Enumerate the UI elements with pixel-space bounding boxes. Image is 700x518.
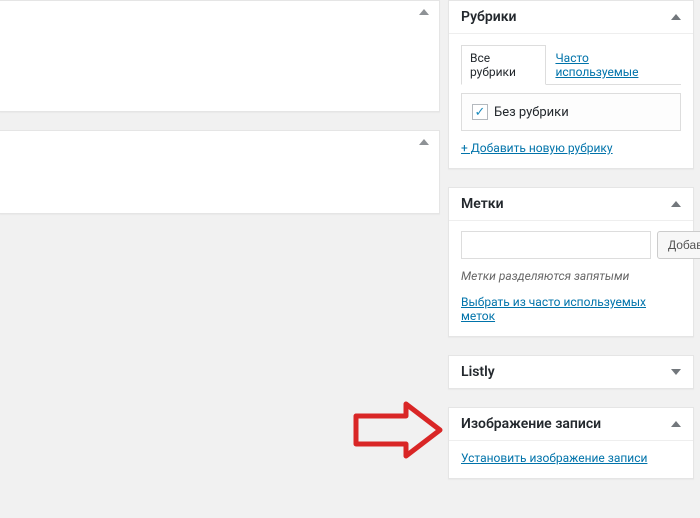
add-category-link[interactable]: + Добавить новую рубрику: [461, 141, 613, 155]
tags-input[interactable]: [461, 231, 651, 259]
tags-panel: Метки Добавить Метки разделяются запятым…: [448, 187, 694, 337]
categories-panel: Рубрики Все рубрики Часто используемые ✓…: [448, 0, 694, 169]
listly-panel-header[interactable]: Listly: [449, 356, 693, 388]
categories-list: ✓ Без рубрики: [461, 93, 681, 131]
chevron-up-icon: [671, 14, 681, 20]
featured-image-panel: Изображение записи Установить изображени…: [448, 407, 694, 479]
main-panel-top: [0, 0, 440, 112]
collapse-icon[interactable]: [419, 9, 429, 15]
tags-panel-header[interactable]: Метки: [449, 188, 693, 221]
listly-panel: Listly: [448, 355, 694, 389]
category-label: Без рубрики: [494, 105, 569, 120]
add-tag-button[interactable]: Добавить: [657, 231, 700, 259]
tags-hint: Метки разделяются запятыми: [461, 269, 681, 283]
chevron-up-icon: [671, 201, 681, 207]
tab-popular-categories[interactable]: Часто используемые: [546, 45, 681, 85]
categories-title: Рубрики: [461, 9, 516, 25]
listly-title: Listly: [461, 364, 495, 380]
categories-panel-header[interactable]: Рубрики: [449, 1, 693, 34]
chevron-down-icon: [671, 369, 681, 375]
featured-image-panel-header[interactable]: Изображение записи: [449, 408, 693, 441]
tab-all-categories[interactable]: Все рубрики: [461, 45, 546, 85]
featured-image-title: Изображение записи: [461, 416, 601, 432]
category-uncategorized[interactable]: ✓ Без рубрики: [472, 104, 670, 120]
collapse-icon[interactable]: [419, 139, 429, 145]
annotation-arrow-icon: [352, 400, 444, 460]
categories-tabs: Все рубрики Часто используемые: [461, 44, 681, 85]
popular-tags-link[interactable]: Выбрать из часто используемых меток: [461, 295, 681, 323]
main-panel-second: [0, 130, 440, 214]
checkbox-icon[interactable]: ✓: [472, 104, 488, 120]
set-featured-image-link[interactable]: Установить изображение записи: [461, 451, 647, 465]
chevron-up-icon: [671, 421, 681, 427]
tags-title: Метки: [461, 196, 504, 212]
